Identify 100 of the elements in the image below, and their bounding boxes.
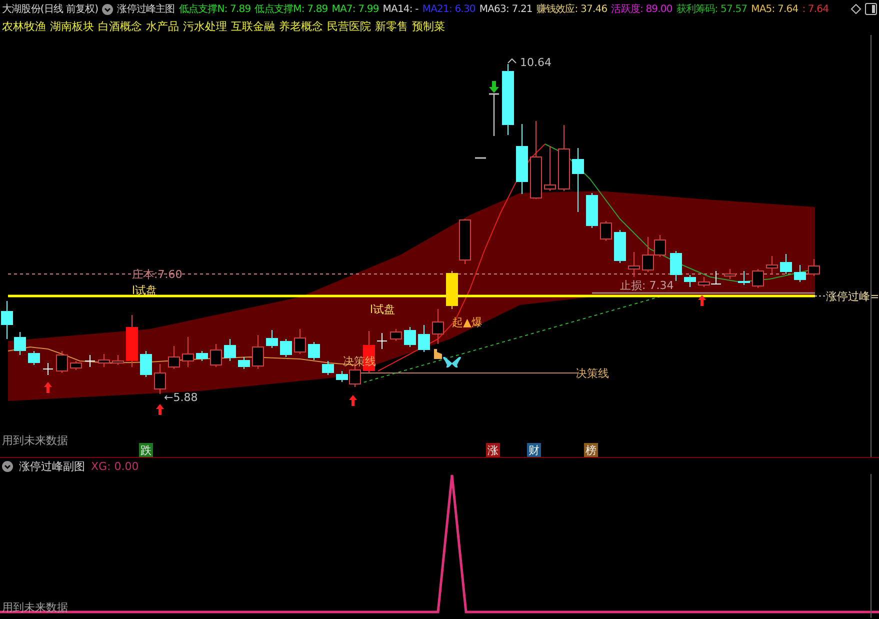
- signal-tag: 财: [527, 443, 541, 457]
- candlestick: [808, 258, 820, 276]
- indicator-value: MA7: 7.99: [332, 4, 379, 14]
- arrow-up-icon: [156, 404, 164, 415]
- candlestick: [28, 350, 40, 366]
- candlestick: [140, 350, 152, 378]
- hand-pointer-icon: [434, 349, 442, 359]
- signal-tag: 涨: [486, 443, 500, 457]
- candlestick: [614, 230, 626, 264]
- candlestick: [459, 218, 471, 264]
- sector-tag[interactable]: 污水处理: [183, 19, 227, 34]
- candlestick: [738, 270, 750, 286]
- candlestick: [224, 338, 236, 362]
- warning-note: 用到未来数据: [2, 601, 68, 614]
- signal-tag: 榜: [584, 443, 598, 457]
- stock-title: 大湖股份(日线 前复权): [2, 2, 98, 16]
- candlestick: [724, 268, 736, 280]
- candlestick: [558, 124, 570, 192]
- price-label: ←5.88: [164, 391, 198, 404]
- leader-line: [508, 58, 516, 64]
- candlestick: [586, 192, 598, 228]
- candlestick: [710, 270, 722, 284]
- candlestick: [404, 326, 416, 348]
- price-label: 10.64: [520, 56, 552, 69]
- candlestick: [84, 354, 96, 368]
- arrow-down-icon: [489, 81, 499, 93]
- indicator-value: MA14: -: [382, 4, 418, 14]
- signal-label: 起▲爆: [452, 316, 482, 329]
- signal-label: l试盘: [370, 303, 396, 316]
- indicator-value: MA21: 6.30: [422, 4, 476, 14]
- indicator-value: 获利筹码: 57.57: [676, 2, 748, 16]
- indicator-title: 涨停过峰主图: [117, 2, 175, 16]
- candlestick: [376, 332, 388, 350]
- candlestick: [684, 274, 696, 288]
- line-label: 决策线: [576, 367, 609, 380]
- line-label: 涨停过峰=: [826, 290, 879, 303]
- candlestick: [628, 252, 640, 278]
- candlestick: [670, 250, 682, 282]
- candlestick: [502, 64, 514, 136]
- candlestick: [572, 148, 584, 212]
- candlestick: [126, 314, 138, 368]
- sector-tag[interactable]: 新零售: [375, 19, 408, 34]
- candlestick: [56, 350, 68, 374]
- sector-tag[interactable]: 互联金融: [231, 19, 275, 34]
- indicator-value: 活跃度: 89.00: [611, 2, 672, 16]
- sector-tag[interactable]: 民营医院: [327, 19, 371, 34]
- candlestick: [98, 354, 110, 368]
- candlestick: [544, 146, 556, 192]
- candlestick: [516, 124, 528, 194]
- arrow-up-icon: [349, 395, 357, 406]
- candlestick: [308, 342, 320, 360]
- candlestick: [390, 328, 402, 342]
- sector-tag[interactable]: 水产品: [146, 19, 179, 34]
- indicator-value: : 7.64: [802, 4, 829, 14]
- sector-tag[interactable]: 白酒概念: [98, 19, 142, 34]
- sector-tag[interactable]: 预制菜: [412, 19, 445, 34]
- candlestick: [489, 93, 499, 136]
- candlestick: [794, 264, 806, 282]
- arrow-up-icon: [698, 295, 706, 306]
- candlestick: [70, 360, 82, 370]
- candlestick: [210, 344, 222, 368]
- candlestick: [432, 308, 444, 344]
- indicator-title: 涨停过峰副图: [19, 458, 85, 474]
- warning-note: 用到未来数据: [2, 434, 68, 447]
- candlestick: [112, 354, 124, 366]
- signal-tag: 跌: [139, 443, 153, 457]
- candlestick: [322, 360, 334, 376]
- indicator-value: 赚钱效应: 37.46: [536, 2, 608, 16]
- sector-tag[interactable]: 湖南板块: [50, 19, 94, 34]
- candlestick: [698, 276, 710, 288]
- candlestick: [182, 336, 194, 368]
- line-label: 止损: 7.34: [620, 279, 674, 292]
- indicator-value: XG: 0.00: [91, 460, 139, 472]
- arrow-up-icon: [44, 382, 52, 393]
- candlestick: [600, 220, 612, 242]
- candlestick: [238, 356, 250, 370]
- indicator-value: 低点支撑M: 7.89: [254, 2, 328, 16]
- butterfly-icon: [443, 356, 461, 368]
- sector-tag[interactable]: 养老概念: [279, 19, 323, 34]
- candlestick: [294, 328, 306, 354]
- candlestick: [266, 330, 278, 348]
- candlestick: [42, 362, 54, 376]
- candlestick: [780, 254, 792, 274]
- candlestick: [418, 324, 430, 352]
- candlestick: [154, 364, 166, 394]
- indicator-value: 低点支撑N: 7.89: [178, 2, 251, 16]
- candlestick: [280, 338, 292, 358]
- dropdown-icon[interactable]: [2, 460, 13, 472]
- candlestick: [766, 256, 778, 274]
- indicator-value: MA63: 7.21: [479, 4, 532, 14]
- sector-tag[interactable]: 农林牧渔: [2, 19, 46, 34]
- dropdown-icon[interactable]: [102, 4, 114, 14]
- diamond-icon[interactable]: [851, 4, 861, 14]
- candlestick: [446, 270, 458, 310]
- panel-icon[interactable]: [865, 3, 877, 15]
- signal-label: l试盘: [132, 284, 158, 297]
- candlestick: [168, 346, 180, 370]
- indicator-value: MA5: 7.64: [751, 4, 798, 14]
- candlestick: [752, 268, 764, 288]
- candlestick: [196, 350, 208, 362]
